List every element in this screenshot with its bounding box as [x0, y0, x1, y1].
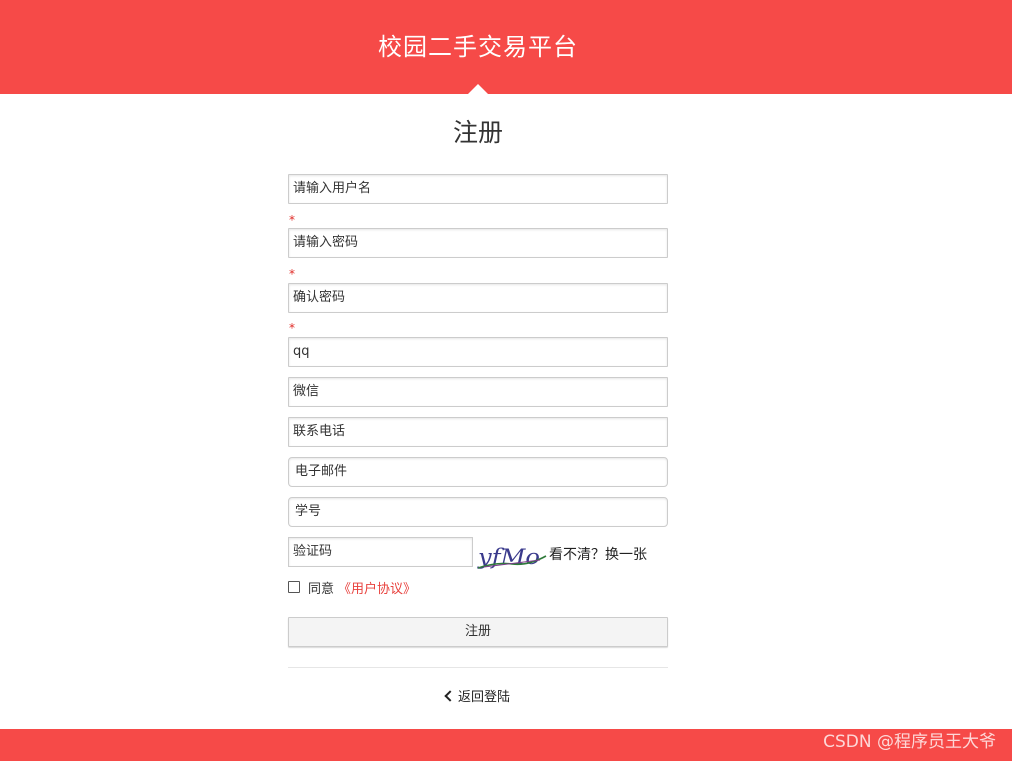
agree-row: 同意 《用户协议》: [288, 577, 416, 597]
back-to-login-link[interactable]: 返回登陆: [0, 688, 956, 708]
back-to-login-label: 返回登陆: [457, 690, 510, 705]
form-title: 注册: [452, 118, 503, 147]
register-button[interactable]: 注册: [288, 617, 668, 647]
header-notch: [468, 84, 488, 94]
username-required-mark: *: [289, 213, 295, 227]
qq-input[interactable]: qq: [288, 337, 668, 367]
captcha-image[interactable]: yfMo: [476, 542, 548, 572]
user-agreement-link[interactable]: 《用户协议》: [338, 578, 416, 597]
phone-input[interactable]: 联系电话: [288, 417, 668, 447]
chevron-left-icon: [444, 690, 456, 702]
password-input[interactable]: 请输入密码: [288, 228, 668, 258]
captcha-refresh-link[interactable]: 看不清？换一张: [549, 544, 647, 566]
wechat-input[interactable]: 微信: [288, 377, 668, 407]
header-bar: 校园二手交易平台: [0, 0, 1012, 94]
confirm-password-input[interactable]: 确认密码: [288, 283, 668, 313]
student-id-input[interactable]: 学号: [288, 497, 668, 527]
password-required-mark: *: [289, 267, 295, 281]
captcha-input[interactable]: 验证码: [288, 537, 473, 567]
agree-label: 同意: [308, 581, 335, 597]
email-input[interactable]: 电子邮件: [288, 457, 668, 487]
confirm-password-required-mark: *: [289, 321, 295, 335]
watermark: CSDN @程序员王大爷: [823, 732, 996, 752]
site-title: 校园二手交易平台: [378, 33, 578, 61]
agree-checkbox[interactable]: [288, 581, 300, 593]
username-input[interactable]: 请输入用户名: [288, 174, 668, 204]
divider: [288, 667, 668, 668]
